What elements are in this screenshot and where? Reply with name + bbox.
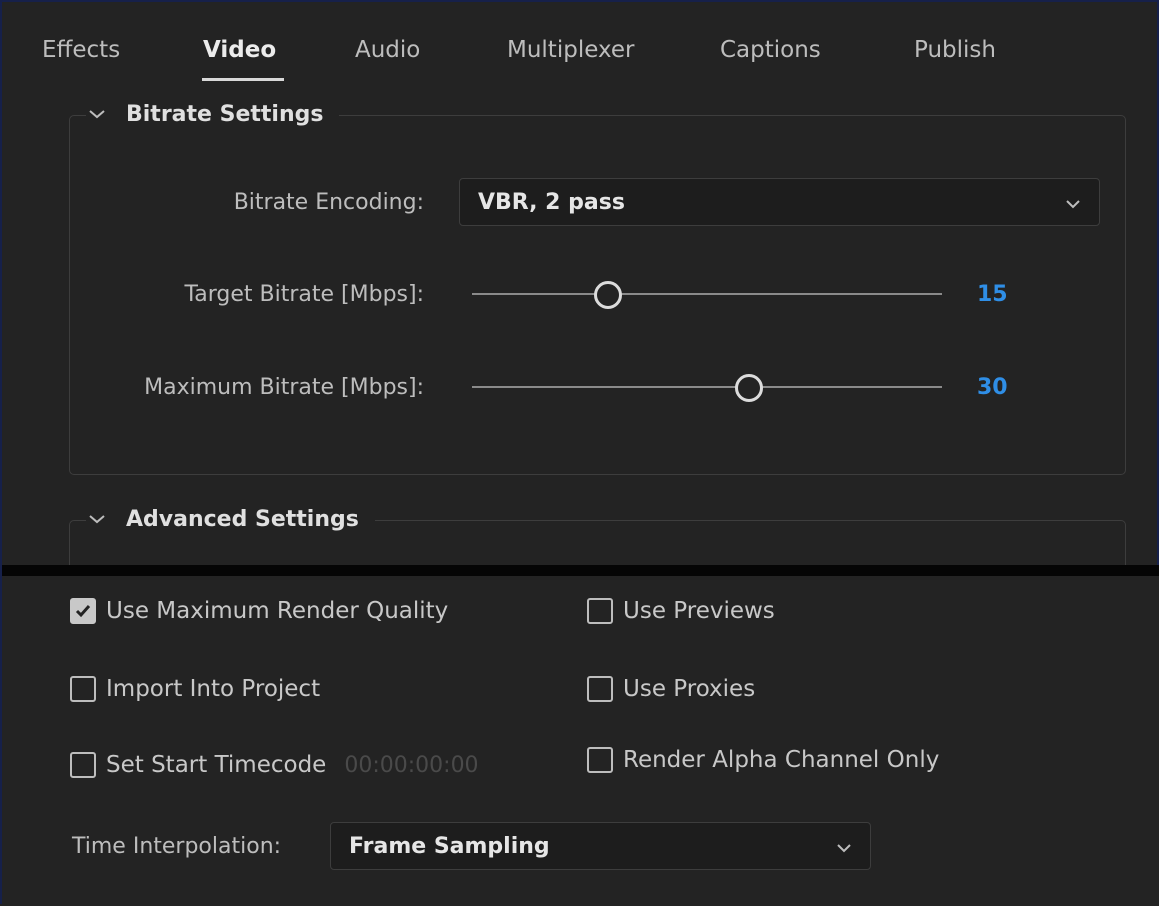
bitrate-encoding-label: Bitrate Encoding: (233, 190, 424, 215)
active-tab-indicator (202, 78, 284, 81)
option-label: Use Proxies (623, 676, 756, 702)
section-title: Advanced Settings (126, 507, 359, 532)
checkbox[interactable] (70, 676, 96, 702)
maximum-bitrate-value[interactable]: 30 (977, 375, 1008, 400)
maximum-bitrate-slider[interactable] (472, 372, 942, 402)
render-alpha-channel-only-option[interactable]: Render Alpha Channel Only (587, 747, 939, 773)
start-timecode-field[interactable]: 00:00:00:00 (344, 753, 478, 778)
option-label: Set Start Timecode (106, 752, 327, 778)
tab-video[interactable]: Video (203, 37, 276, 63)
target-bitrate-label: Target Bitrate [Mbps]: (184, 282, 424, 307)
dropdown-caret-icon (837, 844, 851, 853)
bitrate-encoding-dropdown[interactable]: VBR, 2 pass (459, 178, 1100, 226)
target-bitrate-value[interactable]: 15 (977, 282, 1008, 307)
dropdown-value: Frame Sampling (349, 834, 550, 859)
checkbox[interactable] (587, 747, 613, 773)
tab-audio[interactable]: Audio (355, 37, 420, 63)
tab-effects[interactable]: Effects (42, 37, 120, 63)
dropdown-caret-icon (1066, 200, 1080, 209)
use-proxies-option[interactable]: Use Proxies (587, 676, 755, 702)
option-label: Import Into Project (106, 676, 321, 702)
set-start-timecode-option[interactable]: Set Start Timecode 00:00:00:00 (70, 752, 479, 778)
checkbox-checked[interactable] (70, 598, 96, 624)
option-label: Use Previews (623, 598, 775, 624)
slider-track (472, 293, 942, 295)
time-interpolation-label: Time Interpolation: (72, 834, 282, 859)
chevron-down-icon[interactable] (86, 104, 108, 126)
checkmark-icon (75, 605, 91, 618)
tab-captions[interactable]: Captions (720, 37, 821, 63)
tab-multiplexer[interactable]: Multiplexer (507, 37, 634, 63)
time-interpolation-dropdown[interactable]: Frame Sampling (330, 822, 871, 870)
slider-track (472, 386, 942, 388)
slider-thumb[interactable] (594, 281, 623, 309)
target-bitrate-slider[interactable] (472, 279, 942, 309)
option-label: Render Alpha Channel Only (623, 747, 940, 773)
maximum-bitrate-label: Maximum Bitrate [Mbps]: (144, 375, 424, 400)
slider-thumb[interactable] (735, 374, 764, 402)
checkbox[interactable] (587, 676, 613, 702)
export-settings-panel: Effects Video Audio Multiplexer Captions… (0, 0, 1159, 906)
option-label: Use Maximum Render Quality (106, 598, 449, 624)
advanced-settings-header[interactable]: Advanced Settings (86, 507, 375, 532)
import-into-project-option[interactable]: Import Into Project (70, 676, 320, 702)
tab-bar: Effects Video Audio Multiplexer Captions… (2, 2, 1159, 88)
checkbox[interactable] (587, 598, 613, 624)
use-previews-option[interactable]: Use Previews (587, 598, 775, 624)
checkbox[interactable] (70, 752, 96, 778)
bitrate-settings-header[interactable]: Bitrate Settings (86, 102, 340, 127)
section-title: Bitrate Settings (126, 102, 324, 127)
chevron-down-icon[interactable] (86, 509, 108, 531)
panel-divider (2, 565, 1159, 576)
tab-publish[interactable]: Publish (914, 37, 996, 63)
dropdown-value: VBR, 2 pass (478, 190, 625, 215)
use-max-render-quality-option[interactable]: Use Maximum Render Quality (70, 598, 448, 624)
